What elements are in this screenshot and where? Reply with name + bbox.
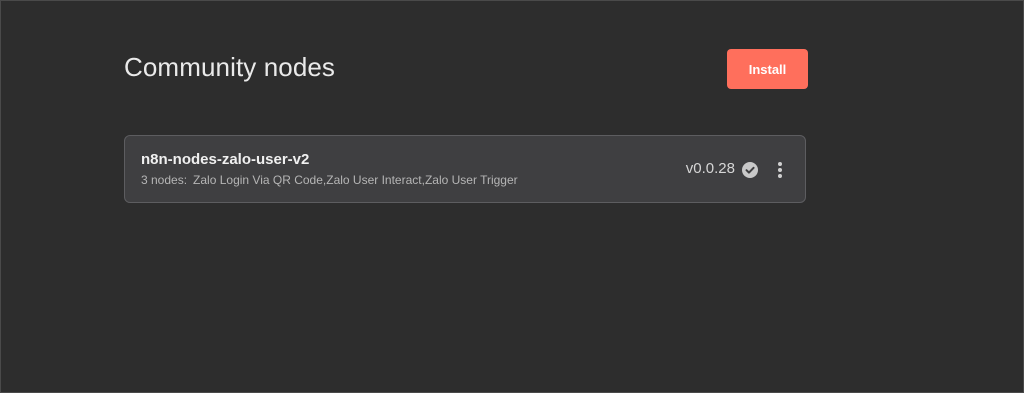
package-description: 3 nodes: Zalo Login Via QR Code,Zalo User…: [141, 173, 518, 187]
package-name: n8n-nodes-zalo-user-v2: [141, 151, 310, 168]
install-button[interactable]: Install: [727, 49, 808, 89]
check-circle-icon: [742, 162, 758, 178]
package-card[interactable]: n8n-nodes-zalo-user-v2 3 nodes: Zalo Logi…: [124, 135, 806, 203]
package-version: v0.0.28: [685, 160, 735, 177]
page-title: Community nodes: [124, 52, 336, 82]
node-list: Zalo Login Via QR Code,Zalo User Interac…: [193, 173, 518, 187]
more-vertical-icon[interactable]: [775, 160, 785, 180]
node-count: 3 nodes:: [141, 173, 188, 187]
